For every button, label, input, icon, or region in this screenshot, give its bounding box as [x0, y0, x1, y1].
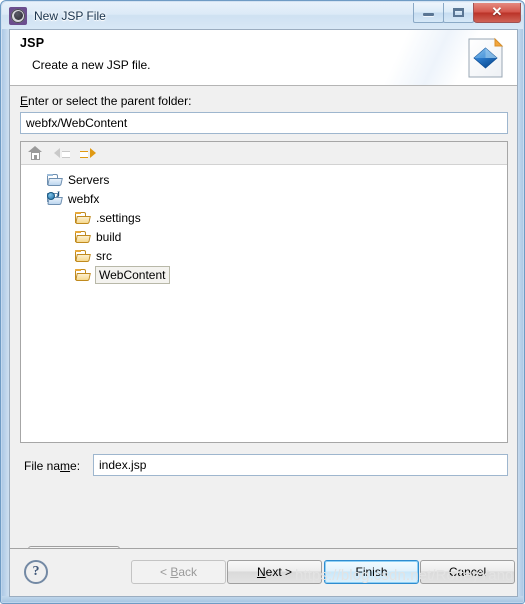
wizard-body: Enter or select the parent folder: webfx…: [10, 86, 517, 569]
back-arrow-icon: [53, 144, 71, 162]
parent-folder-label-rest: nter or select the parent folder:: [28, 94, 192, 108]
folder-blue-icon: [47, 172, 63, 188]
tree-item-label: src: [96, 248, 112, 263]
folder-icon: [75, 267, 91, 283]
back-button-prefix: <: [159, 565, 171, 579]
forward-arrow-icon[interactable]: [79, 144, 97, 162]
tree-item-webcontent[interactable]: WebContent: [21, 265, 507, 284]
tree-item-src[interactable]: src: [21, 246, 507, 265]
jsp-file-icon: [468, 37, 504, 78]
jsp-wizard-icon: [9, 6, 27, 25]
file-name-label: File name:: [24, 459, 80, 473]
file-name-input[interactable]: [93, 454, 508, 476]
file-name-label-mnemonic: m: [60, 459, 71, 473]
minimize-button[interactable]: [413, 3, 444, 23]
window-frame-left: [2, 29, 9, 600]
file-name-label-pre: File na: [24, 459, 61, 473]
folder-tree: Servers J webfx .settings build src WebC…: [21, 165, 507, 284]
parent-folder-input[interactable]: [20, 112, 508, 134]
tree-item-label: .settings: [96, 210, 141, 225]
tree-item-settings[interactable]: .settings: [21, 208, 507, 227]
dialog-client-area: JSP Create a new JSP file. Enter or sele…: [9, 29, 518, 597]
project-icon: J: [47, 190, 63, 207]
close-button[interactable]: ✕: [473, 3, 521, 23]
next-button[interactable]: Next >: [227, 560, 322, 584]
tree-item-webfx[interactable]: J webfx: [21, 189, 507, 208]
next-button-label: ext >: [265, 565, 293, 579]
cancel-button[interactable]: Cancel: [420, 560, 515, 584]
page-subtitle: Create a new JSP file.: [32, 58, 151, 72]
title-bar[interactable]: New JSP File ✕: [2, 2, 523, 29]
folder-tree-panel[interactable]: Servers J webfx .settings build src WebC…: [20, 141, 508, 443]
dialog-button-bar: ? < Back Next > Finish Cancel https://bl…: [10, 548, 517, 596]
home-icon[interactable]: [27, 144, 45, 162]
tree-item-label: webfx: [68, 191, 100, 206]
tree-item-build[interactable]: build: [21, 227, 507, 246]
tree-item-label: build: [96, 229, 122, 244]
tree-item-label: Servers: [68, 172, 110, 187]
folder-icon: [75, 248, 91, 264]
tree-item-servers[interactable]: Servers: [21, 170, 507, 189]
folder-icon: [75, 210, 91, 226]
finish-button[interactable]: Finish: [324, 560, 419, 584]
page-title: JSP: [20, 36, 45, 50]
back-button: < Back: [131, 560, 226, 584]
window-title: New JSP File: [34, 8, 106, 23]
minimize-icon: [423, 13, 434, 16]
close-icon: ✕: [491, 4, 503, 19]
window-controls: ✕: [413, 3, 521, 23]
next-button-mnemonic: N: [256, 565, 266, 579]
parent-folder-label: Enter or select the parent folder:: [20, 94, 191, 108]
tree-toolbar: [21, 142, 507, 165]
maximize-icon: [453, 8, 464, 17]
dialog-window: New JSP File ✕ JSP Create a new JSP file…: [0, 0, 525, 604]
file-name-label-post: e:: [70, 459, 81, 473]
folder-icon: [75, 229, 91, 245]
wizard-header: JSP Create a new JSP file.: [10, 30, 517, 86]
help-icon[interactable]: ?: [24, 560, 48, 584]
tree-item-label: WebContent: [95, 265, 170, 284]
parent-folder-label-mnemonic: E: [20, 94, 29, 108]
maximize-button[interactable]: [443, 3, 474, 23]
back-button-label: ack: [178, 565, 198, 579]
